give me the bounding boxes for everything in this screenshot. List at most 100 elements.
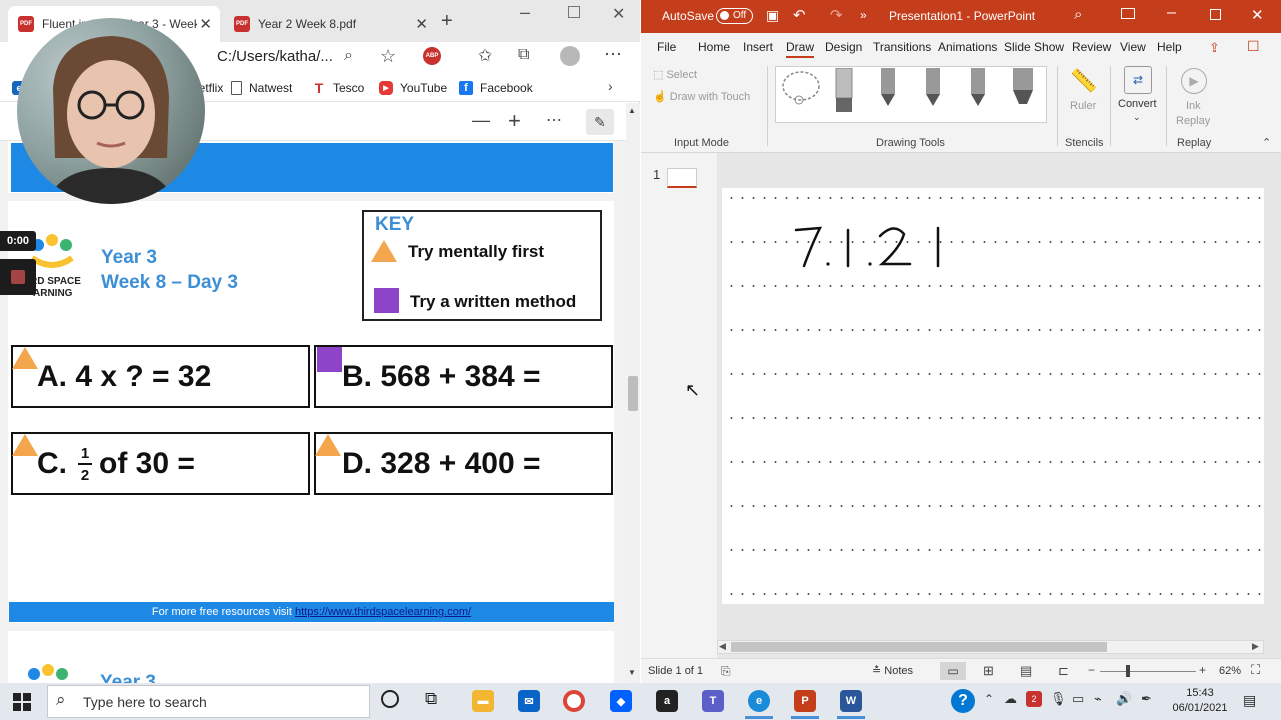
redo-icon[interactable]: ↷ — [830, 6, 843, 24]
reading-view-icon[interactable]: ▤ — [1020, 663, 1032, 679]
tab-home[interactable]: Home — [698, 40, 730, 54]
notes-button[interactable]: ≛ Notes — [872, 664, 913, 677]
tray-expand-icon[interactable]: ⌃ — [984, 692, 994, 706]
tab-transitions[interactable]: Transitions — [873, 40, 931, 54]
pdf-more-icon[interactable]: ⋯ — [546, 110, 562, 130]
collapse-ribbon-icon[interactable]: ⌃ — [1262, 136, 1271, 149]
pencil-icon[interactable] — [969, 68, 987, 108]
footer-link[interactable]: https://www.thirdspacelearning.com/ — [295, 606, 471, 618]
tab-design[interactable]: Design — [825, 40, 862, 54]
tab-file[interactable]: File — [657, 40, 676, 54]
chevron-right-icon[interactable]: › — [608, 78, 613, 94]
zoom-level[interactable]: 62% — [1219, 665, 1241, 677]
more-menu-icon[interactable]: ⋯ — [604, 44, 622, 65]
ppt-close-icon[interactable]: ✕ — [1251, 6, 1264, 24]
ppt-maximize-icon[interactable] — [1210, 9, 1221, 20]
hscroll-thumb[interactable] — [731, 642, 1107, 652]
mail-icon[interactable]: ✉ — [518, 690, 540, 712]
pen-workspace-icon[interactable]: ✒ — [1141, 691, 1152, 707]
slide-sorter-icon[interactable]: ⊞ — [983, 663, 994, 679]
zoom-in-button[interactable]: + — [1199, 663, 1206, 677]
teams-icon[interactable]: T — [702, 690, 724, 712]
lasso-icon[interactable] — [779, 68, 823, 110]
tab-help[interactable]: Help — [1157, 40, 1182, 54]
help-icon[interactable]: ? — [951, 689, 975, 713]
fit-slide-icon[interactable]: ⛶ — [1251, 662, 1260, 678]
zoom-in-icon[interactable]: + — [508, 108, 521, 134]
word-icon[interactable]: W — [840, 690, 862, 712]
tab-animations[interactable]: Animations — [938, 40, 998, 54]
chrome-icon[interactable] — [563, 690, 585, 712]
zoom-out-button[interactable]: − — [1088, 663, 1095, 677]
zoom-slider-thumb[interactable] — [1126, 665, 1130, 677]
system-clock[interactable]: 15:43 06/01/2021 — [1172, 686, 1228, 716]
ruler-icon[interactable]: 📏 — [1069, 68, 1099, 98]
tab-slide-show[interactable]: Slide Show — [1004, 40, 1064, 54]
ppt-minimize-icon[interactable]: – — [1167, 4, 1176, 22]
close-window-icon[interactable]: ✕ — [612, 4, 625, 24]
new-tab-button[interactable]: + — [441, 10, 453, 33]
windows-start-icon[interactable] — [13, 693, 31, 711]
scroll-left-icon[interactable]: ◀ — [719, 641, 726, 652]
battery-icon[interactable]: ▭ — [1072, 691, 1084, 707]
tab-insert[interactable]: Insert — [743, 40, 773, 54]
fav-natwest[interactable]: Natwest — [231, 79, 292, 97]
fav-facebook[interactable]: f Facebook — [459, 79, 533, 97]
convert-label[interactable]: Convert — [1118, 98, 1157, 110]
autosave-toggle[interactable]: Off — [716, 8, 753, 24]
normal-view-icon[interactable]: ▭ — [940, 662, 966, 680]
save-icon[interactable]: ▣ — [766, 7, 779, 24]
task-view-icon[interactable]: ⧉ — [425, 689, 437, 709]
amazon-icon[interactable]: a — [656, 690, 678, 712]
dropbox-icon[interactable]: ◆ — [610, 690, 632, 712]
convert-icon[interactable]: ⇄ — [1124, 66, 1152, 94]
tab-draw[interactable]: Draw — [786, 40, 815, 58]
tab-review[interactable]: Review — [1072, 40, 1111, 54]
profile-avatar[interactable] — [560, 46, 580, 66]
eraser-icon[interactable] — [834, 68, 854, 118]
adblock-icon[interactable]: ABP — [423, 47, 441, 65]
file-explorer-icon[interactable]: ▬ — [472, 690, 494, 712]
onedrive-icon[interactable]: ☁ — [1004, 691, 1017, 707]
scroll-up-icon[interactable]: ▲ — [628, 106, 636, 115]
cortana-icon[interactable] — [381, 690, 399, 708]
stop-recording-button[interactable] — [0, 259, 36, 295]
volume-icon[interactable]: 🔊 — [1116, 691, 1132, 707]
undo-icon[interactable]: ↶ — [793, 6, 806, 24]
minimize-icon[interactable]: – — [520, 2, 530, 23]
close-tab-icon[interactable]: ✕ — [199, 15, 212, 33]
spelling-icon[interactable]: ⎘ — [721, 664, 731, 679]
tab-year2-week8[interactable]: PDF Year 2 Week 8.pdf ✕ — [224, 6, 436, 42]
zoom-out-icon[interactable]: — — [472, 110, 490, 131]
scroll-right-icon[interactable]: ▶ — [1252, 641, 1259, 652]
favorite-star-icon[interactable]: ☆ — [380, 46, 396, 67]
scroll-down-icon[interactable]: ▼ — [628, 668, 636, 677]
notification-badge-icon[interactable]: 2 — [1026, 691, 1042, 707]
zoom-icon[interactable]: ⌕ — [344, 47, 353, 65]
share-icon[interactable]: ⇪ — [1209, 40, 1220, 56]
address-input[interactable]: C:/Users/katha/... — [217, 48, 333, 65]
pin-toolbar-icon[interactable]: ✎ — [586, 109, 614, 135]
powerpoint-icon[interactable]: P — [794, 690, 816, 712]
select-button[interactable]: ⬚ Select — [653, 68, 697, 81]
favorites-list-icon[interactable]: ✩ — [478, 46, 492, 66]
ink-replay-icon[interactable]: ▶ — [1181, 68, 1207, 94]
microphone-icon[interactable]: 🎙 — [1050, 691, 1067, 707]
tab-view[interactable]: View — [1120, 40, 1146, 54]
action-center-icon[interactable]: ▤ — [1243, 692, 1256, 709]
highlighter-icon[interactable] — [1011, 68, 1035, 108]
ribbon-display-icon[interactable] — [1121, 8, 1135, 19]
close-tab-icon[interactable]: ✕ — [415, 15, 428, 33]
slideshow-view-icon[interactable]: ⊏ — [1058, 663, 1069, 679]
fav-youtube[interactable]: ▶ YouTube — [379, 79, 447, 97]
more-commands-icon[interactable]: » — [860, 8, 867, 22]
slide-thumbnail[interactable] — [667, 168, 697, 188]
pen-grey-icon[interactable] — [924, 68, 942, 108]
edge-icon[interactable]: e — [748, 690, 770, 712]
fav-tesco[interactable]: T Tesco — [312, 79, 365, 97]
chevron-down-icon[interactable]: ⌄ — [1133, 112, 1141, 123]
comments-icon[interactable]: ☐ — [1247, 38, 1260, 55]
search-icon[interactable]: ⌕ — [1074, 6, 1082, 23]
zoom-slider-track[interactable] — [1100, 671, 1196, 672]
pen-black-icon[interactable] — [879, 68, 897, 108]
